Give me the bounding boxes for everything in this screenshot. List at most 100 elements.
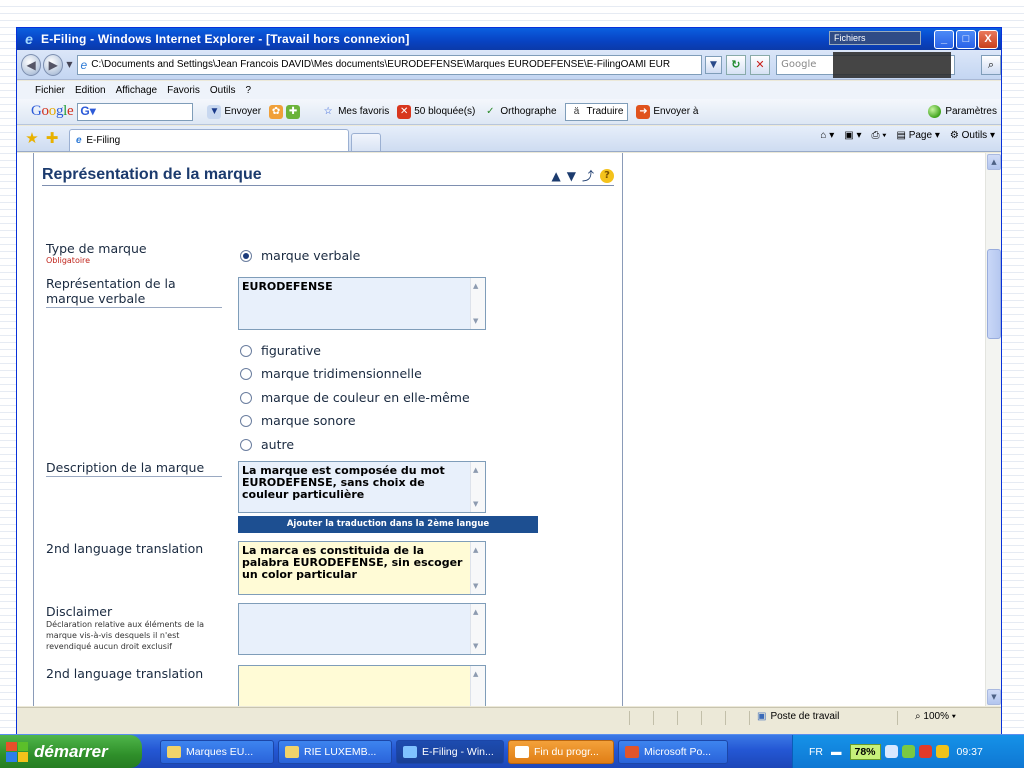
menu-fichier[interactable]: Fichier <box>35 85 65 96</box>
page-scrollbar[interactable]: ▲ ▼ <box>985 153 1001 706</box>
google-send-button[interactable]: ▼ Envoyer <box>207 104 261 119</box>
google-toolbar: Google G▾ ▼ Envoyer ✿ ✚ ☆ Mes favoris ✕ … <box>17 99 1001 125</box>
task-e-filing[interactable]: E-Filing - Win... <box>396 740 504 764</box>
menu-edition[interactable]: Edition <box>75 85 106 96</box>
favorites-button[interactable]: ☆ Mes favoris <box>321 105 390 119</box>
scroll-thumb[interactable] <box>987 249 1001 339</box>
scroll-down-button[interactable]: ▼ <box>987 689 1001 705</box>
url-text: C:\Documents and Settings\Jean Francois … <box>91 59 671 70</box>
keyboard-icon[interactable]: ▬ <box>831 746 842 758</box>
spellcheck-button[interactable]: ✓ Orthographe <box>483 105 556 119</box>
sync-icon[interactable] <box>901 745 915 758</box>
task-fin-du-programme[interactable]: Fin du progr... <box>508 740 614 764</box>
language-indicator[interactable]: FR <box>809 746 823 758</box>
favorites-star-icon[interactable]: ★ <box>23 129 41 147</box>
taskbar: démarrer Marques EU... RIE LUXEMB... E-F… <box>0 734 1024 768</box>
windows-logo-icon <box>6 741 28 762</box>
help-icon[interactable]: ? <box>600 168 614 183</box>
radio-figurative[interactable]: figurative <box>240 343 321 358</box>
move-down-icon[interactable]: ▼ <box>567 169 576 183</box>
security-zone[interactable]: ▣ Poste de travail <box>757 711 839 722</box>
radio-button[interactable] <box>240 414 252 427</box>
textarea-scrollbar[interactable]: ▲▼ <box>470 462 485 512</box>
battery-indicator[interactable]: 78% <box>849 743 881 760</box>
status-divider <box>701 711 702 725</box>
back-to-top-icon[interactable]: ⤴ <box>582 167 594 184</box>
radio-tridimensionnelle[interactable]: marque tridimensionnelle <box>240 366 422 381</box>
translation2-textarea[interactable]: ▲▼ <box>238 665 486 706</box>
antivirus-icon[interactable] <box>918 745 932 758</box>
minimize-button[interactable]: _ <box>934 30 954 49</box>
required-label: Obligatoire <box>46 256 91 265</box>
start-button[interactable]: démarrer <box>0 735 142 768</box>
refresh-button[interactable]: ↻ <box>725 54 746 75</box>
task-powerpoint[interactable]: Microsoft Po... <box>618 740 728 764</box>
maximize-button[interactable]: □ <box>956 30 976 49</box>
zoom-control[interactable]: ⌕ 100% ▾ <box>915 711 956 722</box>
menu-outils[interactable]: Outils <box>210 85 236 96</box>
back-button[interactable]: ◀ <box>21 53 42 76</box>
params-button[interactable]: Paramètres <box>928 105 997 118</box>
status-divider <box>629 711 630 725</box>
page-menu[interactable]: ▤ Page ▾ <box>896 130 939 141</box>
type-label: Type de marque Obligatoire <box>46 241 147 265</box>
menu-affichage[interactable]: Affichage <box>116 85 158 96</box>
clock: 09:37 <box>956 745 983 758</box>
radio-button[interactable] <box>240 344 252 357</box>
radio-autre[interactable]: autre <box>240 437 294 452</box>
stop-button[interactable]: ✕ <box>749 54 771 75</box>
textarea-scrollbar[interactable]: ▲▼ <box>470 542 485 594</box>
verbal-textarea[interactable]: EURODEFENSE ▲ ▼ <box>238 277 486 330</box>
radio-button[interactable] <box>240 391 252 404</box>
radio-sonore[interactable]: marque sonore <box>240 413 356 428</box>
radio-button[interactable] <box>240 367 252 380</box>
description-textarea[interactable]: La marque est composée du mot EURODEFENS… <box>238 461 486 513</box>
send-arrow-icon: ➜ <box>636 104 651 119</box>
feeds-icon[interactable]: ▣ ▾ <box>844 130 861 141</box>
google-pagerank-icon[interactable]: ✿ ✚ <box>269 104 303 119</box>
task-rie[interactable]: RIE LUXEMB... <box>278 740 392 764</box>
radio-couleur[interactable]: marque de couleur en elle-même <box>240 390 470 405</box>
task-marques[interactable]: Marques EU... <box>160 740 274 764</box>
url-input[interactable]: e C:\Documents and Settings\Jean Francoi… <box>76 54 703 75</box>
url-dropdown-button[interactable]: ▼ <box>705 55 722 74</box>
status-bar: ▣ Poste de travail ⌕ 100% ▾ <box>17 707 1001 727</box>
search-icon[interactable]: ⌕ <box>980 54 1002 75</box>
textarea-scrollbar[interactable]: ▲▼ <box>470 666 485 706</box>
forward-button[interactable]: ▶ <box>43 53 64 76</box>
network-icon[interactable] <box>884 745 898 758</box>
status-divider <box>653 711 654 725</box>
print-icon[interactable]: ⎙ ▾ <box>871 130 886 141</box>
tools-menu[interactable]: ⚙ Outils ▾ <box>950 130 995 141</box>
add-translation-button[interactable]: Ajouter la traduction dans la 2ème langu… <box>238 516 538 533</box>
new-tab-button[interactable] <box>351 133 381 151</box>
radio-button[interactable] <box>240 249 252 262</box>
translation-textarea[interactable]: La marca es constituida de la palabra EU… <box>238 541 486 595</box>
scroll-up-button[interactable]: ▲ <box>987 154 1001 170</box>
menu-help[interactable]: ? <box>245 85 251 96</box>
textarea-scrollbar[interactable]: ▲▼ <box>470 278 485 329</box>
send-to-button[interactable]: ➜ Envoyer à <box>636 104 698 119</box>
spellcheck-icon: ✓ <box>486 105 495 117</box>
internet-explorer-icon <box>403 746 417 758</box>
section-title: Représentation de la marque <box>42 166 262 183</box>
security-icon[interactable] <box>935 745 949 758</box>
translate-icon: ä <box>573 105 580 117</box>
disclaimer-textarea[interactable]: ▲ ▼ <box>238 603 486 655</box>
radio-button[interactable] <box>240 438 252 451</box>
section-header: Représentation de la marque ▲ ▼ ⤴ ? <box>42 166 614 186</box>
textarea-scrollbar[interactable]: ▲▼ <box>470 604 485 654</box>
menu-favoris[interactable]: Favoris <box>167 85 200 96</box>
history-dropdown-icon[interactable]: ▼ <box>66 60 72 69</box>
add-favorite-icon[interactable]: ✚ <box>43 129 61 147</box>
tab-e-filing[interactable]: e E-Filing <box>69 129 349 151</box>
popup-blocker-button[interactable]: ✕ 50 bloquée(s) <box>397 104 475 119</box>
translate-button[interactable]: ä Traduire <box>564 102 629 121</box>
home-icon[interactable]: ⌂ ▾ <box>820 130 834 141</box>
address-bar: ◀ ▶ ▼ e C:\Documents and Settings\Jean F… <box>17 50 1002 80</box>
move-up-icon[interactable]: ▲ <box>552 169 561 183</box>
radio-verbale[interactable]: marque verbale <box>240 248 360 263</box>
pagerank-icon: ✿ <box>269 104 284 119</box>
google-search-input[interactable]: G▾ <box>77 102 194 121</box>
close-button[interactable]: X <box>978 30 998 49</box>
